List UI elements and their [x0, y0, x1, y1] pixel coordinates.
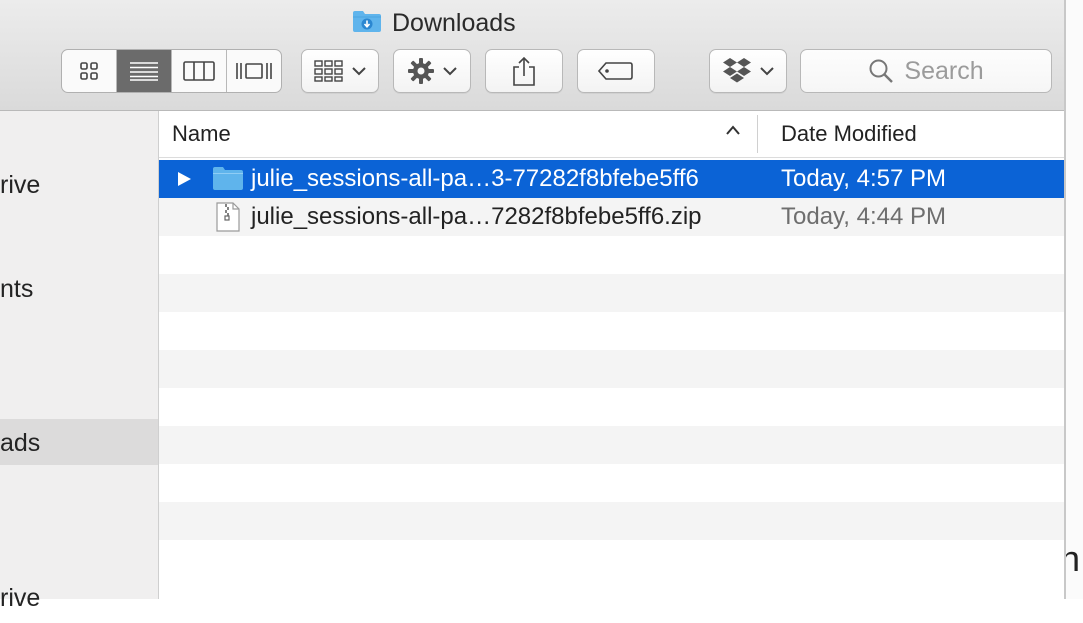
arrange-button[interactable] — [301, 49, 379, 93]
disclosure-triangle-icon[interactable] — [176, 171, 192, 187]
file-name: julie_sessions-all-pa…7282f8bfebe5ff6.zi… — [251, 203, 702, 230]
sidebar-item-label: nts — [0, 275, 34, 303]
column-header: Name Date Modified — [159, 111, 1064, 158]
chevron-down-icon — [352, 67, 366, 76]
file-row-zip[interactable]: julie_sessions-all-pa…7282f8bfebe5ff6.zi… — [159, 198, 1064, 236]
empty-row — [159, 464, 1064, 502]
empty-row — [159, 540, 1064, 578]
sidebar-item-documents[interactable]: nts — [0, 267, 158, 313]
share-button[interactable] — [485, 49, 563, 93]
cover-flow-icon — [236, 63, 272, 79]
folder-icon — [213, 167, 243, 190]
sidebar-item-downloads[interactable]: ads — [0, 419, 158, 465]
share-icon — [513, 56, 535, 86]
file-list: Name Date Modified julie_sessions-all-pa… — [159, 111, 1064, 599]
file-row-folder[interactable]: julie_sessions-all-pa…3-77282f8bfebe5ff6… — [159, 160, 1064, 198]
action-button[interactable] — [393, 49, 471, 93]
sidebar-item-drive-2[interactable]: rive — [0, 577, 158, 623]
empty-row — [159, 426, 1064, 464]
sidebar-item-label: rive — [0, 171, 41, 199]
file-rows: julie_sessions-all-pa…3-77282f8bfebe5ff6… — [159, 160, 1064, 578]
gear-icon — [408, 58, 434, 84]
columns-icon — [183, 61, 215, 81]
background-text: n — [1066, 538, 1081, 579]
chevron-down-icon — [760, 67, 774, 76]
sidebar-item-drive[interactable]: rive — [0, 163, 158, 209]
search-field[interactable]: Search — [800, 49, 1052, 93]
list-view-button[interactable] — [117, 50, 172, 92]
sidebar: rive nts ads rive — [0, 111, 159, 612]
list-icon — [130, 62, 158, 81]
empty-row — [159, 502, 1064, 540]
column-date-modified-header[interactable]: Date Modified — [781, 121, 917, 147]
sort-ascending-icon[interactable] — [725, 124, 741, 136]
empty-row — [159, 274, 1064, 312]
dropbox-icon — [723, 58, 751, 83]
toolbar: Downloads Search — [0, 0, 1064, 111]
view-mode-control — [61, 49, 282, 93]
tags-button[interactable] — [577, 49, 655, 93]
file-date: Today, 4:57 PM — [781, 165, 946, 192]
empty-row — [159, 350, 1064, 388]
background-window: n — [1066, 0, 1083, 599]
window-title: Downloads — [352, 7, 516, 39]
search-placeholder: Search — [904, 56, 984, 85]
column-divider[interactable] — [757, 115, 758, 153]
file-name: julie_sessions-all-pa…3-77282f8bfebe5ff6 — [251, 165, 699, 192]
cover-flow-view-button[interactable] — [227, 50, 281, 92]
tag-icon — [598, 62, 633, 80]
dropbox-button[interactable] — [709, 49, 787, 93]
empty-row — [159, 388, 1064, 426]
arrange-grid-icon — [314, 60, 343, 82]
column-view-button[interactable] — [172, 50, 227, 92]
window-title-text: Downloads — [392, 8, 516, 37]
zip-file-icon — [216, 202, 240, 232]
column-name-header[interactable]: Name — [172, 121, 231, 147]
empty-row — [159, 312, 1064, 350]
file-date: Today, 4:44 PM — [781, 203, 946, 230]
grid-icon — [80, 62, 98, 80]
sidebar-item-label: ads — [0, 429, 41, 457]
chevron-down-icon — [443, 67, 457, 76]
empty-row — [159, 236, 1064, 274]
search-icon — [869, 59, 894, 83]
downloads-folder-icon — [352, 9, 382, 38]
icon-view-button[interactable] — [62, 50, 117, 92]
